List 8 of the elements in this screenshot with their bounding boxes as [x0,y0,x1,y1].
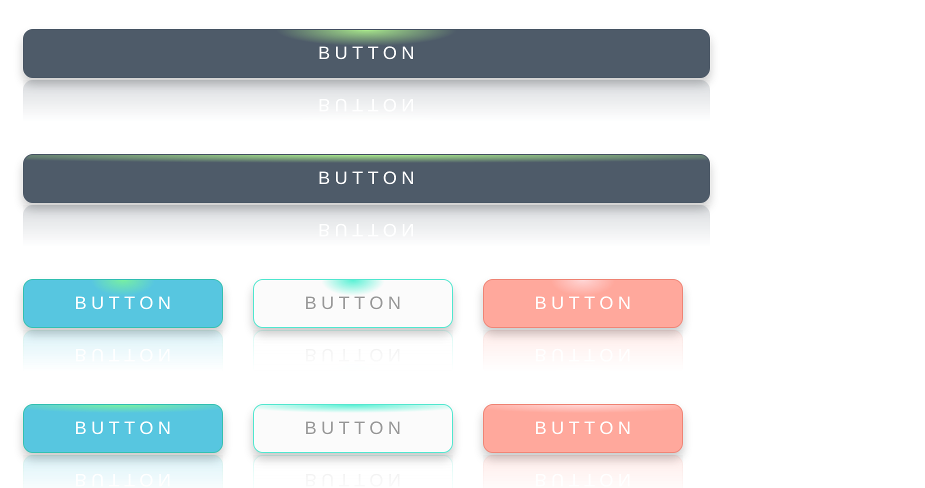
button[interactable]: BUTTON [253,279,453,328]
button[interactable]: BUTTON [23,279,223,328]
button[interactable]: BUTTON [23,404,223,453]
button[interactable]: BUTTON [483,279,683,328]
button[interactable]: BUTTON [483,404,683,453]
button[interactable]: BUTTON [23,154,710,203]
button[interactable]: BUTTON [253,404,453,453]
button[interactable]: BUTTON [23,29,710,78]
